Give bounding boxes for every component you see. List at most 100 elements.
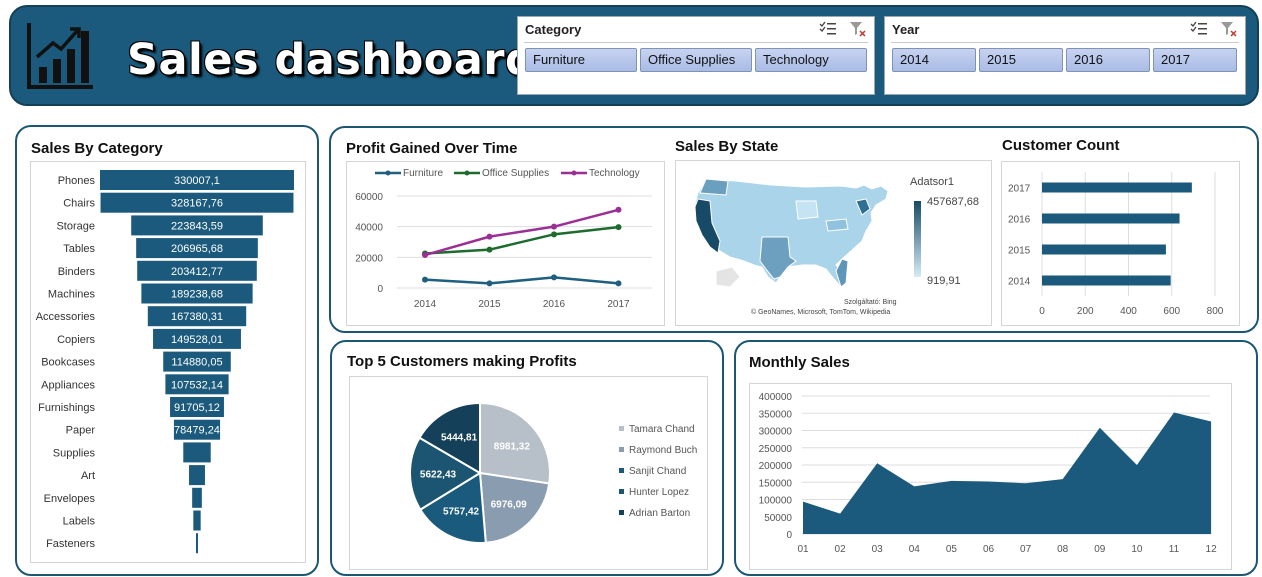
- x-tick-label: 12: [1206, 544, 1218, 555]
- pie-value-label: 5444,81: [441, 433, 478, 444]
- page-title: Sales dashboard: [127, 35, 537, 85]
- category-value-label: 149528,01: [171, 334, 223, 346]
- series-line: [424, 276, 619, 285]
- map-legend-min: 919,91: [927, 275, 961, 287]
- pie-value-label: 6976,09: [491, 500, 528, 511]
- y-tick-label: 150000: [759, 478, 793, 489]
- slicer-item-2014[interactable]: 2014: [892, 48, 976, 72]
- pie-value-label: 5757,42: [443, 506, 480, 517]
- series-line: [424, 208, 619, 257]
- category-value-label: 328167,76: [171, 198, 223, 210]
- overview-panel: Profit Gained Over Time 0 20000 40000 60000…: [329, 126, 1259, 333]
- profit-over-time-chart: 0 20000 40000 60000 2014 2015 2016 2017 Furnitur…: [346, 161, 665, 326]
- slicer-item-technology[interactable]: Technology: [755, 48, 867, 72]
- category-bar: [196, 533, 198, 554]
- monthly-sales-chart: 0 50000 100000 150000 200000 250000 300000 3500…: [749, 383, 1232, 570]
- data-point: [615, 280, 622, 287]
- customer-bar: [1042, 275, 1171, 286]
- data-point: [422, 276, 428, 283]
- legend-label: Adrian Barton: [629, 508, 690, 519]
- clear-filter-icon[interactable]: [849, 21, 867, 37]
- category-label: Labels: [63, 516, 96, 528]
- legend-swatch: [619, 447, 624, 452]
- category-label: Copiers: [57, 334, 95, 346]
- x-tick-label: 2017: [607, 299, 630, 310]
- x-tick-label: 200: [1077, 306, 1094, 317]
- top5-customers-svg: 8981,32 6976,09 5757,42 5622,43 5444,81 Tamar…: [409, 401, 697, 544]
- legend-marker: [464, 170, 470, 176]
- category-value-label: 114880,05: [171, 357, 222, 369]
- category-label: Tables: [63, 243, 95, 255]
- x-tick-label: 0: [1039, 306, 1045, 317]
- category-label: Binders: [58, 266, 96, 278]
- x-tick-label: 03: [872, 544, 884, 555]
- map-attribution: © GeoNames, Microsoft, TomTom, Wikipedia: [751, 309, 891, 316]
- category-label: Chairs: [63, 198, 95, 210]
- category-bar: [192, 487, 202, 508]
- x-tick-label: 2016: [543, 299, 566, 310]
- sales-by-category-svg: Phones 330007,1 Chairs 328167,76 Storage 2238…: [36, 170, 294, 554]
- legend-label: Technology: [589, 168, 640, 179]
- top5-customers-chart: 8981,32 6976,09 5757,42 5622,43 5444,81 Tamar…: [349, 376, 708, 570]
- slicer-item-2015[interactable]: 2015: [979, 48, 1063, 72]
- x-tick-label: 07: [1020, 544, 1032, 555]
- category-value-label: 167380,31: [171, 311, 223, 323]
- legend-label: Tamara Chand: [629, 424, 695, 435]
- slicer-item-furniture[interactable]: Furniture: [525, 48, 637, 72]
- category-value-label: 107532,14: [171, 379, 223, 391]
- y-tick-label: 2016: [1008, 215, 1031, 226]
- panel-title: Profit Gained Over Time: [346, 140, 518, 157]
- sales-by-state-map: Adatsor1 457687,68 919,91 Szolgáltató: B…: [675, 160, 992, 326]
- y-tick-label: 0: [377, 284, 383, 295]
- data-point: [551, 274, 557, 281]
- data-point: [422, 252, 428, 259]
- y-tick-label: 2017: [1008, 184, 1031, 195]
- year-slicer: Year 2014 2015 2016 2017: [884, 16, 1246, 95]
- y-tick-label: 2015: [1008, 246, 1031, 257]
- legend-swatch: [619, 468, 624, 473]
- map-legend-title: Adatsor1: [910, 176, 955, 188]
- slicer-item-office-supplies[interactable]: Office Supplies: [640, 48, 752, 72]
- customer-bar: [1042, 213, 1180, 224]
- x-tick-label: 08: [1057, 544, 1069, 555]
- category-value-label: 78479,24: [174, 425, 220, 437]
- y-tick-label: 40000: [355, 223, 383, 234]
- slicer-item-2017[interactable]: 2017: [1153, 48, 1237, 72]
- pie-value-label: 5622,43: [420, 469, 457, 480]
- multi-select-icon[interactable]: [819, 21, 837, 37]
- y-tick-label: 400000: [759, 392, 793, 403]
- category-slicer-title: Category: [525, 22, 582, 37]
- multi-select-icon[interactable]: [1190, 21, 1208, 37]
- legend-swatch: [619, 510, 624, 515]
- category-value-label: 91705,12: [174, 402, 220, 414]
- x-tick-label: 02: [835, 544, 847, 555]
- y-tick-label: 200000: [759, 461, 793, 472]
- x-tick-label: 400: [1120, 306, 1137, 317]
- category-value-label: 189238,68: [171, 289, 223, 301]
- panel-title: Customer Count: [1002, 137, 1120, 154]
- category-label: Paper: [66, 425, 96, 437]
- y-tick-label: 100000: [759, 496, 793, 507]
- data-point: [615, 224, 622, 231]
- category-bar: [193, 510, 201, 531]
- category-label: Storage: [56, 220, 95, 232]
- category-value-label: 206965,68: [171, 243, 223, 255]
- data-point: [551, 231, 557, 238]
- slicer-item-2016[interactable]: 2016: [1066, 48, 1150, 72]
- x-tick-label: 800: [1207, 306, 1224, 317]
- legend-swatch: [619, 489, 624, 494]
- panel-title: Top 5 Customers making Profits: [347, 353, 577, 370]
- category-value-label: 223843,59: [171, 220, 223, 232]
- legend-label: Furniture: [403, 168, 443, 179]
- x-tick-label: 09: [1094, 544, 1106, 555]
- x-tick-label: 05: [946, 544, 958, 555]
- legend-marker: [571, 170, 577, 176]
- clear-filter-icon[interactable]: [1220, 21, 1238, 37]
- category-bar: [183, 442, 211, 463]
- y-tick-label: 20000: [355, 253, 383, 264]
- x-tick-label: 01: [797, 544, 809, 555]
- legend-swatch: [619, 426, 624, 431]
- x-tick-label: 2014: [414, 299, 437, 310]
- category-label: Phones: [58, 175, 96, 187]
- x-tick-label: 06: [983, 544, 995, 555]
